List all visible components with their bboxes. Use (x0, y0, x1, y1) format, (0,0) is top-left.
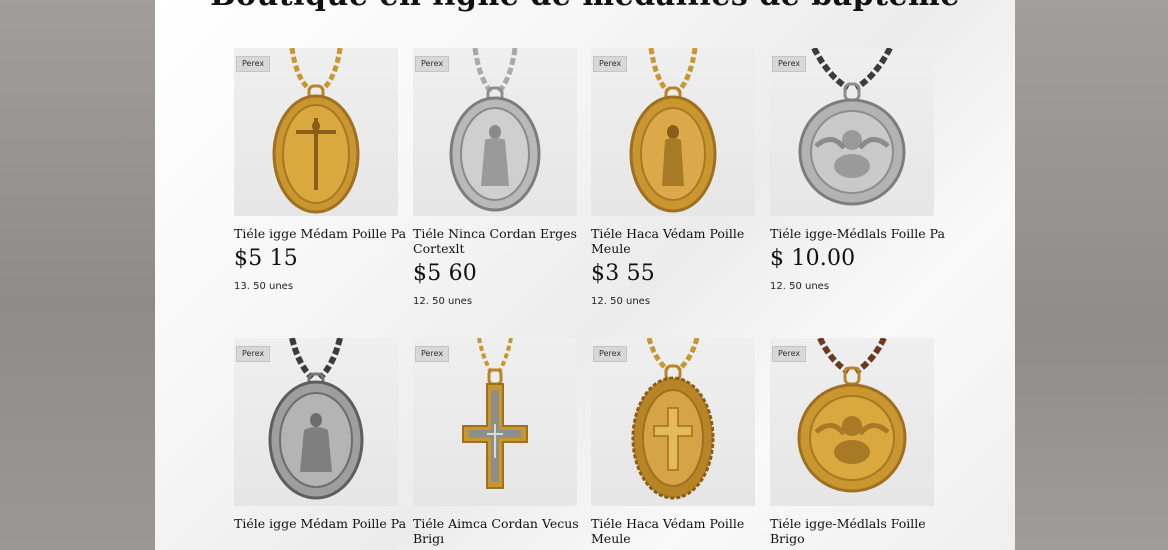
product-subtext: 12. 50 unes (413, 296, 473, 307)
gold-oval-crucifix-medal-icon (272, 48, 360, 214)
shop-page: Boutique en ligne de médailles de baptêm… (155, 0, 1015, 550)
product-badge: Perex (593, 56, 628, 72)
product-card[interactable]: Perex Tiéle Haca Védam Poille Meule $3 5… (591, 48, 755, 307)
product-card[interactable]: Perex Tiéle Aimca Cordan Vecus Brigı (413, 338, 579, 546)
product-name[interactable]: Tiéle Haca Védam Poille Meule (591, 226, 771, 256)
product-image[interactable]: Perex (413, 48, 577, 216)
product-badge: Perex (415, 346, 450, 362)
product-badge: Perex (236, 56, 271, 72)
product-price: $3 55 (591, 261, 655, 286)
gold-cross-pendant-icon (462, 338, 528, 489)
product-image[interactable]: Perex (770, 48, 934, 216)
background-right (1015, 0, 1168, 550)
gold-oval-saint-medal-icon (629, 48, 717, 213)
product-price: $5 15 (234, 246, 298, 271)
product-name[interactable]: Tiéle Aimca Cordan Vecus Brigı (413, 516, 593, 546)
product-price: $5 60 (413, 261, 477, 286)
product-subtext: 12. 50 unes (591, 296, 651, 307)
product-image[interactable]: Perex (234, 48, 398, 216)
product-subtext: 12. 50 unes (770, 281, 830, 292)
product-subtext: 13. 50 unes (234, 281, 294, 292)
silver-oval-virgin-medal-icon (449, 48, 541, 212)
product-name[interactable]: Tiéle Ninca Cordan Erges Cortexlt (413, 226, 593, 256)
product-name[interactable]: Tiéle igge Médam Poille Pa (234, 226, 414, 241)
product-badge: Perex (772, 346, 807, 362)
product-name[interactable]: Tiéle igge-Médlals Foille Brigo (770, 516, 950, 546)
product-badge: Perex (772, 56, 807, 72)
silver-round-angel-medal-icon (798, 48, 906, 206)
gold-oval-cross-medal-icon (631, 338, 715, 500)
product-name[interactable]: Tiéle Haca Védam Poille Meule (591, 516, 771, 546)
product-card[interactable]: Perex Tiéle Haca Védam Poille Meule (591, 338, 755, 546)
gold-round-angel-medal-icon (797, 338, 907, 493)
product-card[interactable]: Perex Tiéle igge-Médlals Foille Pa $ 10.… (770, 48, 945, 292)
page-title: Boutique en ligne de médailles de baptêm… (155, 0, 1015, 13)
product-card[interactable]: Perex Tiéle igge Médam Poille Pa (234, 338, 406, 531)
product-image[interactable]: Perex (413, 338, 577, 506)
product-card[interactable]: Perex Tiéle Ninca Cordan Erges Cortexlt … (413, 48, 577, 307)
background-left (0, 0, 155, 550)
product-image[interactable]: Perex (234, 338, 398, 506)
product-image[interactable]: Perex (591, 338, 755, 506)
product-name[interactable]: Tiéle igge Médam Poille Pa (234, 516, 414, 531)
silver-oval-angel-medal-icon (268, 338, 364, 500)
product-card[interactable]: Perex Tiéle igge Médam Poille Pa $5 15 1… (234, 48, 406, 292)
product-card[interactable]: Perex Tiéle igge-Médlals Foille Brigo (770, 338, 934, 546)
product-badge: Perex (415, 56, 450, 72)
product-price: $ 10.00 (770, 246, 856, 271)
product-badge: Perex (236, 346, 271, 362)
product-image[interactable]: Perex (591, 48, 755, 216)
product-name[interactable]: Tiéle igge-Médlals Foille Pa (770, 226, 950, 241)
product-image[interactable]: Perex (770, 338, 934, 506)
product-badge: Perex (593, 346, 628, 362)
